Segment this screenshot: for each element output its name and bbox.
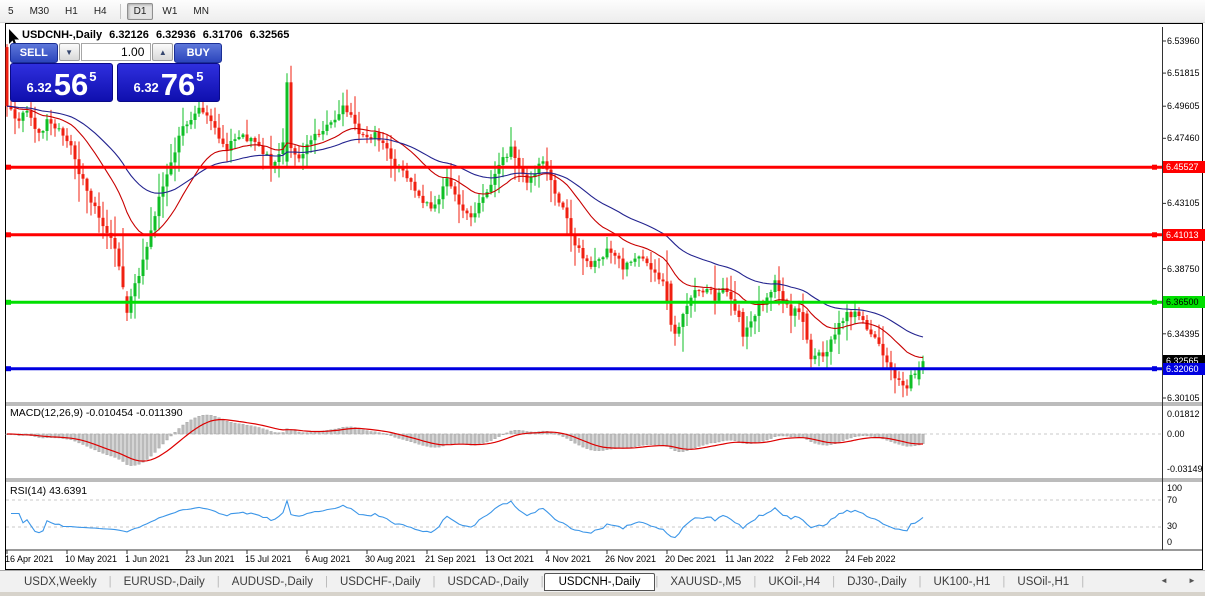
date-tick-label: 16 Apr 2021 [5,554,54,564]
date-tick-label: 23 Jun 2021 [185,554,235,564]
price-tick-label: 6.30105 [1167,393,1200,403]
tab-usdx-weekly[interactable]: USDX,Weekly [12,574,109,590]
tab-usdchf-daily[interactable]: USDCHF-,Daily [328,574,433,590]
volume-decrease-button[interactable]: ▼ [58,43,80,61]
price-tick-label: 6.53960 [1167,36,1200,46]
date-tick-label: 30 Aug 2021 [365,554,416,564]
tab-separator: | [1081,576,1085,588]
horizontal-level-lines[interactable] [6,164,1162,372]
price-badge-6.41013: 6.41013 [1163,228,1205,241]
macd-axis-label: 0.00 [1167,429,1185,439]
tab-ukoil-h4[interactable]: UKOil-,H4 [756,574,832,590]
price-tick-label: 6.38750 [1167,263,1200,274]
volume-input[interactable]: 1.00 [80,43,152,61]
tab-xauusd-m5[interactable]: XAUUSD-,M5 [658,574,753,590]
status-strip [0,592,1205,596]
price-tick-label: 6.49605 [1167,101,1200,112]
chevron-down-icon: ▼ [65,47,74,57]
rsi-axis-label: 70 [1167,495,1178,505]
date-tick-label: 13 Oct 2021 [485,554,535,564]
sell-button[interactable]: SELL [10,43,58,63]
sell-price-sup: 5 [89,69,97,84]
application-window: 5 M30 H1 H4 D1 W1 MN USDCNH-,Daily 6.32126 6.3… [0,0,1205,596]
rsi-label: RSI(14) 43.6391 [10,485,88,497]
price-badge-6.45527: 6.45527 [1163,161,1205,174]
rsi-axis-label: 100 [1167,483,1183,493]
chevron-up-icon: ▲ [158,47,167,57]
tab-scroll-left-icon[interactable]: ◄ [1160,576,1168,585]
price-tick-label: 6.47460 [1167,133,1200,144]
date-tick-label: 24 Feb 2022 [845,554,896,564]
date-tick-label: 21 Sep 2021 [425,554,477,564]
ohlc-close: 6.32565 [249,29,290,41]
price-tick-label: 6.51815 [1167,68,1200,79]
date-tick-label: 11 Jan 2022 [725,554,774,564]
rsi-panel [6,498,1162,539]
date-tick-label: 15 Jul 2021 [245,554,292,564]
buy-price-big: 76 [160,67,196,102]
buy-button[interactable]: BUY [174,43,223,63]
price-badge-6.32060: 6.32060 [1163,362,1205,375]
macd-label: MACD(12,26,9) -0.010454 -0.011390 [10,407,183,419]
macd-panel [5,414,1162,466]
sell-price-small: 6.32 [26,80,52,95]
tab-dj30-daily[interactable]: DJ30-,Daily [835,574,918,590]
chart-symbol-period: USDCNH-,Daily [22,29,103,41]
tab-usdcad-daily[interactable]: USDCAD-,Daily [435,574,540,590]
price-badge-6.36500: 6.36500 [1163,296,1205,309]
ohlc-high: 6.32936 [155,29,196,41]
moving-average-lines [6,105,924,359]
ohlc-open: 6.32126 [109,29,149,41]
buy-price-sup: 5 [196,69,204,84]
tab-scroll-right-icon[interactable]: ► [1188,576,1196,585]
tab-uk100-h1[interactable]: UK100-,H1 [922,574,1003,590]
tab-usoil-h1[interactable]: USOil-,H1 [1005,574,1081,590]
date-tick-label: 20 Dec 2021 [665,554,717,564]
rsi-axis-label: 0 [1167,537,1173,547]
tab-audusd-daily[interactable]: AUDUSD-,Daily [220,574,325,590]
sell-price-box[interactable]: 6.32 56 5 [10,63,113,102]
rsi-axis-label: 30 [1167,521,1178,531]
date-tick-label: 2 Feb 2022 [785,554,831,564]
date-tick-label: 4 Nov 2021 [545,554,592,564]
date-tick-label: 6 Aug 2021 [305,554,351,564]
buy-price-box[interactable]: 6.32 76 5 [117,63,220,102]
tab-usdcnh-daily[interactable]: USDCNH-,Daily [543,573,656,591]
date-tick-label: 10 May 2021 [65,554,118,564]
sell-price-big: 56 [53,67,89,102]
macd-axis-label: 0.01812 [1167,409,1200,420]
symbol-tab-bar: USDX,Weekly | EURUSD-,Daily | AUDUSD-,Daily |… [0,570,1205,593]
buy-price-small: 6.32 [133,80,159,95]
tab-eurusd-daily[interactable]: EURUSD-,Daily [112,574,217,590]
volume-increase-button[interactable]: ▲ [152,43,174,61]
date-tick-label: 1 Jun 2021 [125,554,170,564]
date-tick-label: 26 Nov 2021 [605,554,657,564]
price-tick-label: 6.34395 [1167,328,1200,339]
one-click-trading-panel: SELL ▼ 1.00 ▲ BUY 6.32 56 5 6.32 76 5 [10,43,223,102]
price-tick-label: 6.43105 [1167,198,1200,209]
chart-title: USDCNH-,Daily 6.32126 6.32936 6.31706 6.… [22,29,293,41]
panel-chrome [6,27,1202,554]
macd-axis-label: -0.03149 [1167,463,1203,474]
ohlc-low: 6.31706 [202,29,243,41]
